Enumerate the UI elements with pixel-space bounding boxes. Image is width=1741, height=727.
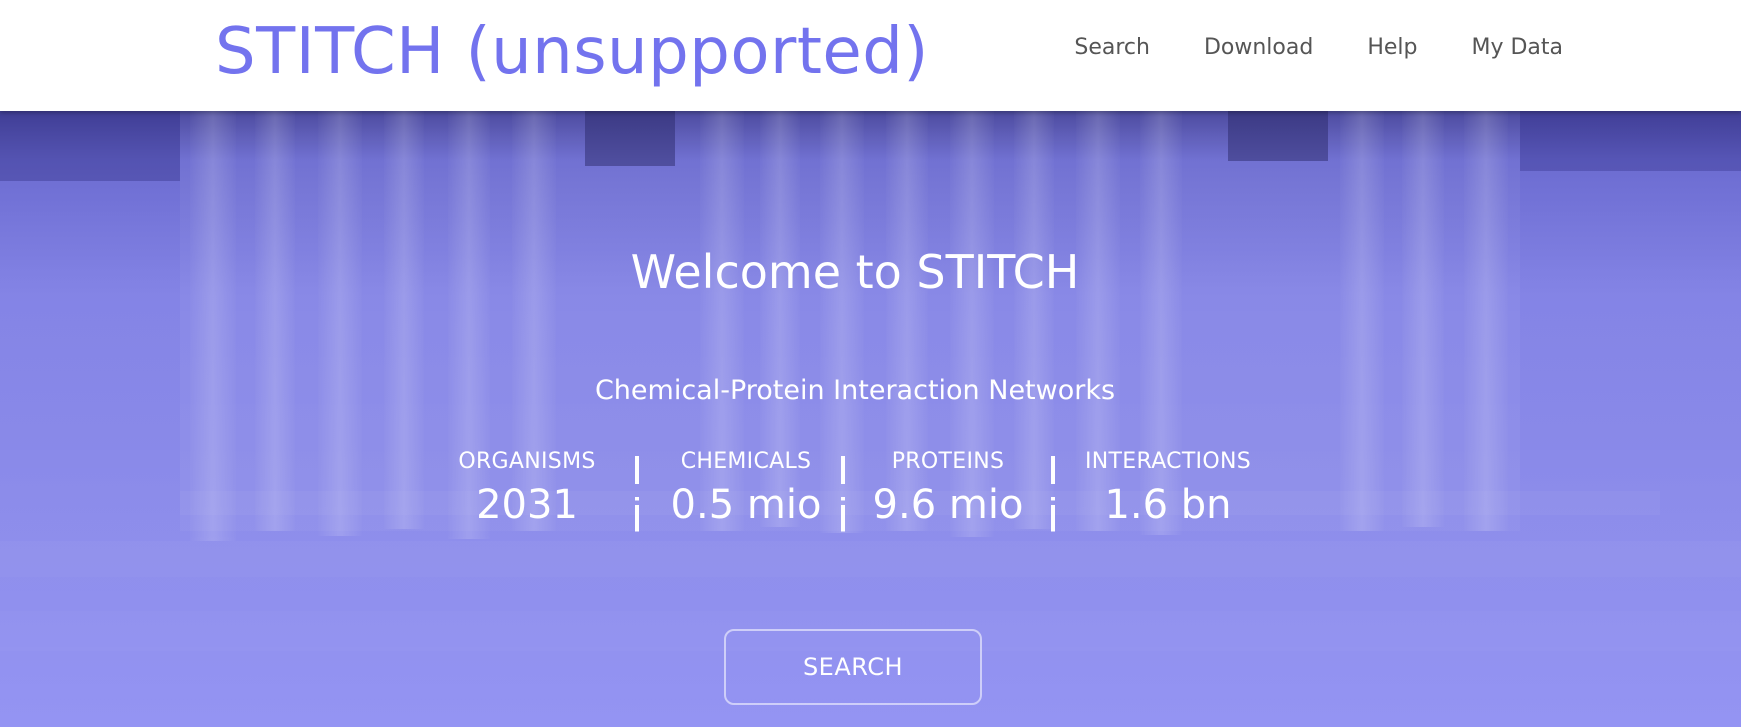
nav-help-link[interactable]: Help	[1367, 34, 1417, 62]
hero-section: Welcome to STITCH Chemical-Protein Inter…	[0, 111, 1741, 727]
main-nav: Search Download Help My Data	[1074, 34, 1563, 62]
stat-interactions: INTERACTIONS 1.6 bn	[1055, 448, 1281, 530]
welcome-heading: Welcome to STITCH	[630, 245, 1080, 299]
stat-value: 9.6 mio	[872, 482, 1024, 528]
nav-search-link[interactable]: Search	[1074, 34, 1150, 62]
stats-row: ORGANISMS 2031 CHEMICALS 0.5 mio PROTEIN…	[447, 448, 1281, 538]
stat-proteins: PROTEINS 9.6 mio	[845, 448, 1051, 530]
stat-organisms: ORGANISMS 2031	[447, 448, 607, 530]
stat-label: ORGANISMS	[458, 449, 596, 474]
nav-download-link[interactable]: Download	[1204, 34, 1313, 62]
stat-value: 0.5 mio	[670, 482, 822, 528]
stat-value: 1.6 bn	[1104, 482, 1232, 528]
top-navbar: STITCH (unsupported) Search Download Hel…	[0, 0, 1741, 111]
nav-my-data-link[interactable]: My Data	[1471, 34, 1563, 62]
stat-separator	[635, 456, 639, 538]
hero-subtitle: Chemical-Protein Interaction Networks	[594, 375, 1116, 406]
hero-search-button[interactable]: SEARCH	[724, 629, 982, 705]
stat-chemicals: CHEMICALS 0.5 mio	[645, 448, 847, 530]
stat-label: CHEMICALS	[680, 449, 812, 474]
hero-content: Welcome to STITCH Chemical-Protein Inter…	[0, 111, 1741, 727]
stat-label: INTERACTIONS	[1085, 449, 1251, 474]
stat-label: PROTEINS	[891, 449, 1005, 474]
brand-logo-link[interactable]: STITCH (unsupported)	[215, 14, 929, 90]
page: STITCH (unsupported) Search Download Hel…	[0, 0, 1741, 727]
stat-value: 2031	[476, 482, 578, 528]
